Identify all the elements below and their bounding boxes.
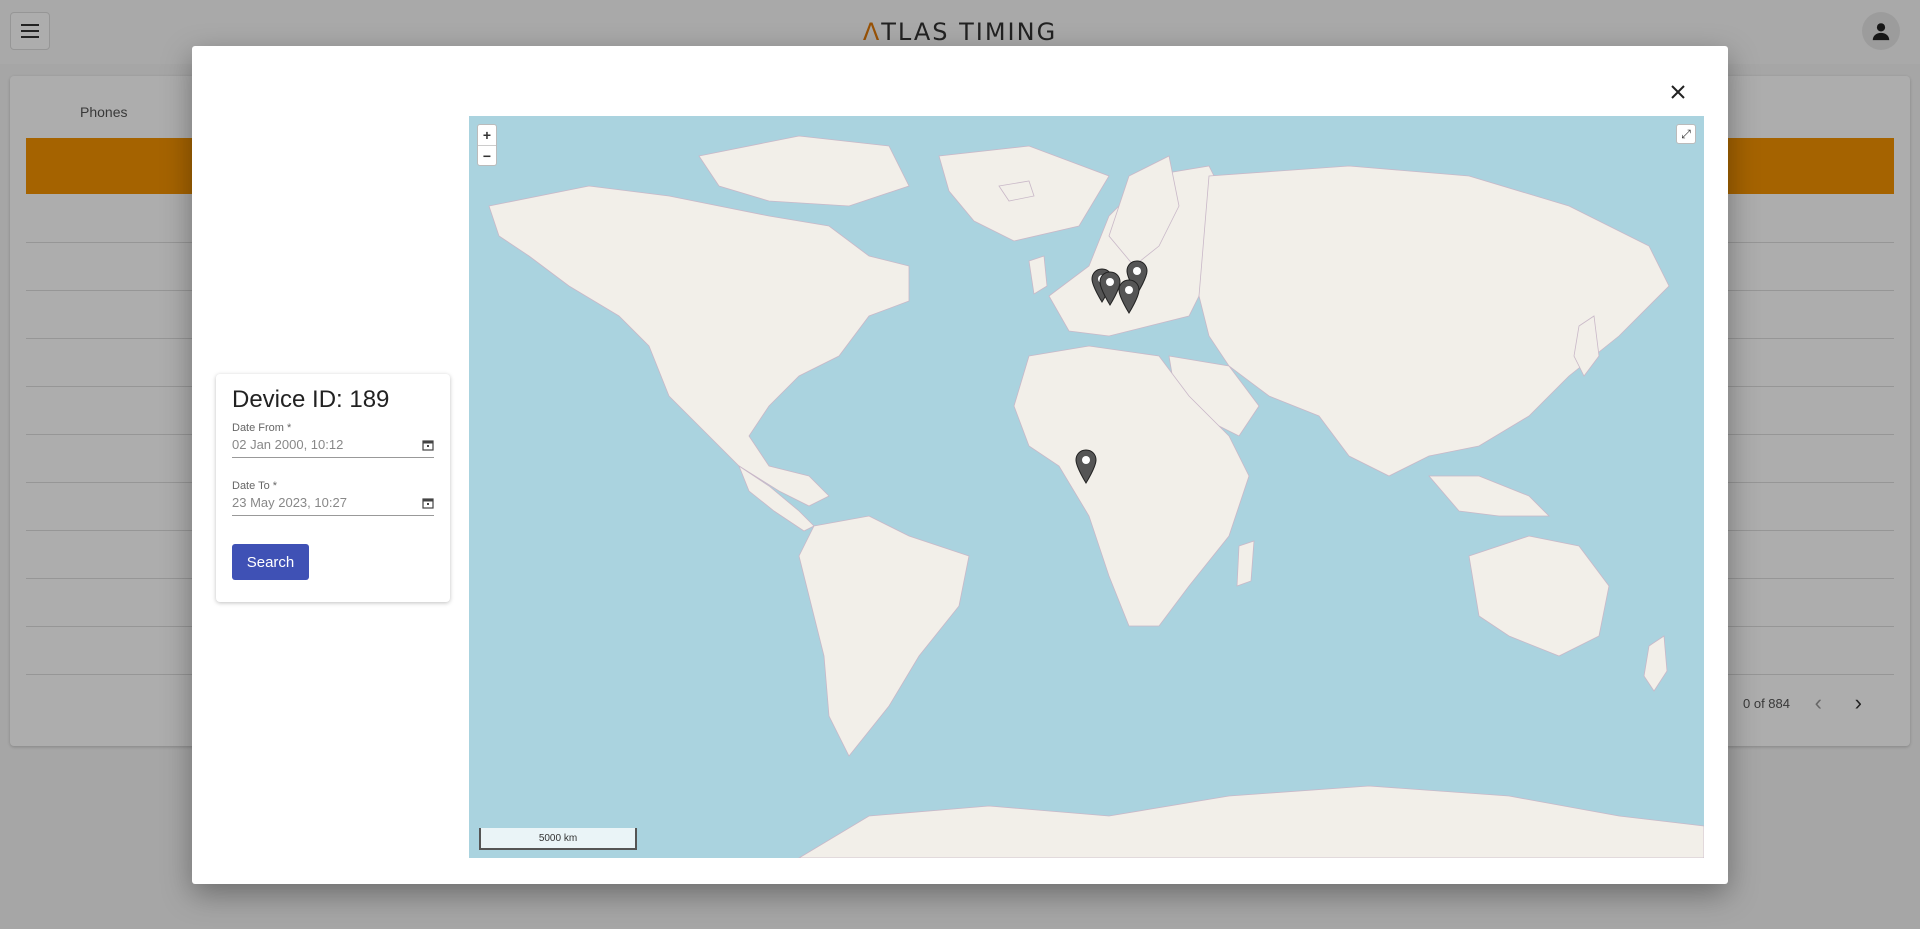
search-button[interactable]: Search xyxy=(232,544,309,580)
device-title: Device ID: 189 xyxy=(232,386,390,413)
date-to-field: Date To * xyxy=(232,480,434,516)
zoom-control: + − xyxy=(477,124,497,166)
zoom-out-button[interactable]: − xyxy=(478,145,496,165)
device-filter-card: Device ID: 189 Date From * Date To * Sea… xyxy=(216,374,450,602)
marker-italy[interactable] xyxy=(1117,279,1141,315)
marker-west-africa[interactable] xyxy=(1074,449,1098,485)
calendar-icon[interactable] xyxy=(422,497,434,509)
calendar-icon[interactable] xyxy=(422,439,434,451)
device-map-dialog: Device ID: 189 Date From * Date To * Sea… xyxy=(192,46,1728,884)
scale-bar: 5000 km xyxy=(479,828,637,850)
date-to-label: Date To * xyxy=(232,480,278,492)
device-location-map[interactable]: + − ⤢ 5000 km xyxy=(469,116,1704,858)
date-from-field: Date From * xyxy=(232,422,434,458)
fullscreen-button[interactable]: ⤢ xyxy=(1676,124,1696,144)
close-icon xyxy=(1671,85,1685,99)
date-to-input[interactable] xyxy=(232,492,434,516)
zoom-in-button[interactable]: + xyxy=(478,125,496,145)
world-map xyxy=(488,135,1704,858)
date-from-label: Date From * xyxy=(232,422,292,434)
close-button[interactable] xyxy=(1660,74,1696,110)
date-from-input[interactable] xyxy=(232,434,434,458)
